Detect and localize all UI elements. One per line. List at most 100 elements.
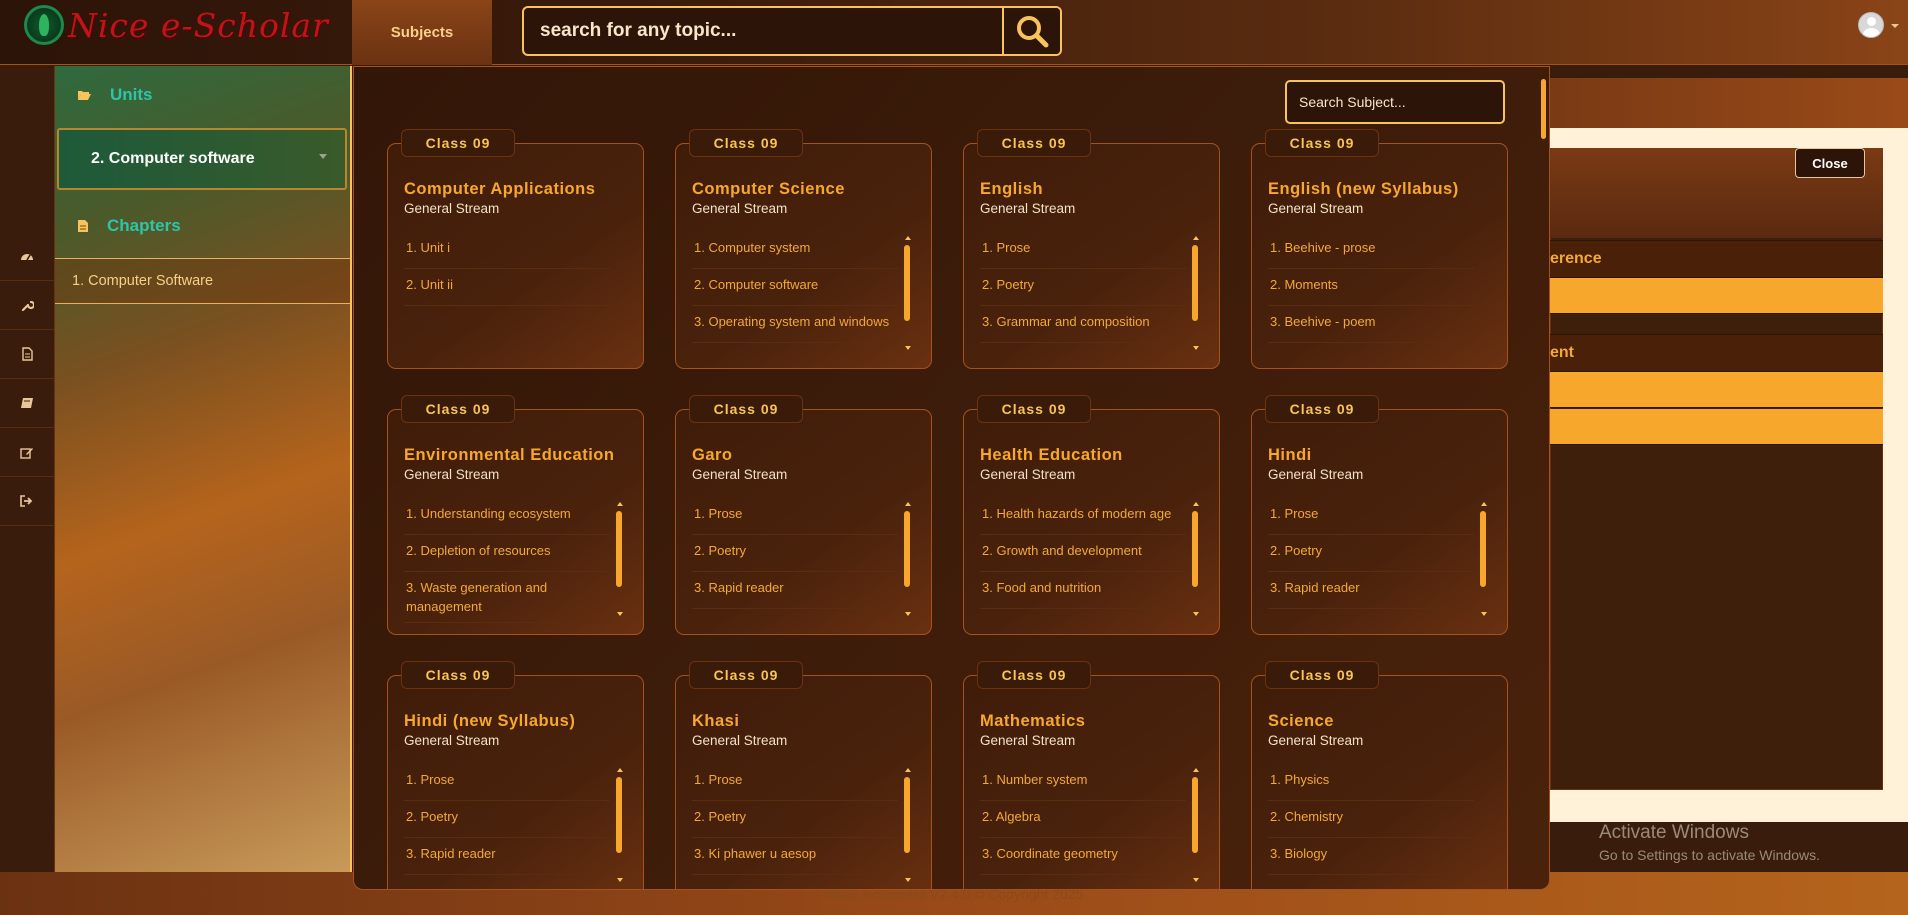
card-scrollbar[interactable] [1192,236,1200,350]
rail-documents[interactable] [0,330,54,379]
scroll-up-icon[interactable] [617,502,623,506]
search-button[interactable] [1002,8,1060,54]
scroll-thumb[interactable] [1192,777,1198,853]
unit-list-item[interactable]: 2. Moments [1268,269,1474,306]
scroll-up-icon[interactable] [905,502,911,506]
unit-list-item[interactable]: 1. Understanding ecosystem [404,498,610,535]
subject-title[interactable]: Computer Applications [404,180,634,199]
card-scrollbar[interactable] [904,768,912,882]
unit-list-item[interactable]: 3. Food and nutrition [980,572,1186,609]
subject-card[interactable]: Class 09 Hindi General Stream 1. Prose 2. Po… [1251,395,1508,635]
subject-card[interactable]: Class 09 Computer Applications General Str… [387,129,644,369]
subject-title[interactable]: Garo [692,446,922,465]
unit-list-item[interactable]: 2. Depletion of resources [404,535,610,572]
scroll-thumb[interactable] [904,245,910,321]
unit-list-item[interactable]: 1. Physics [1268,764,1474,801]
scroll-up-icon[interactable] [1481,502,1487,506]
unit-list-item[interactable]: 3. Operating system and windows [692,306,898,343]
unit-list-item[interactable]: 1. Number system [980,764,1186,801]
scroll-up-icon[interactable] [1193,502,1199,506]
chapters-header[interactable]: Chapters [55,197,350,255]
scroll-down-icon[interactable] [905,346,911,350]
subject-title[interactable]: Computer Science [692,180,922,199]
unit-list-item[interactable]: 2. Computer software [692,269,898,306]
card-scrollbar[interactable] [1480,502,1488,616]
scroll-thumb[interactable] [1192,245,1198,321]
subject-card[interactable]: Class 09 Environmental Education General S… [387,395,644,635]
site-logo[interactable]: Nice e-Scholar [24,2,329,48]
scroll-down-icon[interactable] [617,878,623,882]
unit-list-item[interactable]: 2. Poetry [404,801,610,838]
chapter-item[interactable]: 1. Computer Software [55,258,350,304]
subject-card[interactable]: Class 09 Hindi (new Syllabus) General Stre… [387,661,644,889]
unit-list-item[interactable]: 3. Coordinate geometry [980,838,1186,875]
subject-title[interactable]: Health Education [980,446,1210,465]
overlay-scrollbar[interactable] [1541,79,1546,139]
chevron-down-icon[interactable] [1891,24,1899,28]
scroll-down-icon[interactable] [617,612,623,616]
scroll-up-icon[interactable] [905,236,911,240]
subject-card[interactable]: Class 09 Science General Stream 1. Physics 2… [1251,661,1508,889]
units-header[interactable]: Units [55,66,350,124]
subject-title[interactable]: Science [1268,712,1498,731]
close-button[interactable]: Close [1795,148,1865,178]
scroll-down-icon[interactable] [1193,612,1199,616]
scroll-thumb[interactable] [616,777,622,853]
unit-list-item[interactable]: 3. Biology [1268,838,1474,875]
scroll-thumb[interactable] [1192,511,1198,587]
user-avatar[interactable] [1858,12,1884,38]
unit-list-item[interactable]: 3. Waste generation and management [404,572,610,623]
subject-title[interactable]: Khasi [692,712,922,731]
unit-list-item[interactable]: 1. Health hazards of modern age [980,498,1186,535]
unit-list-item[interactable]: 1. Prose [692,498,898,535]
subject-title[interactable]: Environmental Education [404,446,634,465]
unit-list-item[interactable]: 3. Ki phawer u aesop [692,838,898,875]
unit-list-item[interactable]: 3. Beehive - poem [1268,306,1474,343]
unit-list-item[interactable]: 1. Prose [692,764,898,801]
subject-title[interactable]: Hindi (new Syllabus) [404,712,634,731]
rail-dashboard[interactable] [0,232,54,281]
rail-logout[interactable] [0,477,54,526]
scroll-down-icon[interactable] [905,878,911,882]
unit-list-item[interactable]: 2. Unit ii [404,269,610,306]
background-stripe[interactable] [1550,372,1883,408]
scroll-up-icon[interactable] [1193,236,1199,240]
unit-list-item[interactable]: 3. Rapid reader [404,838,610,875]
scroll-thumb[interactable] [1480,511,1486,587]
topic-search-input[interactable] [524,8,1002,54]
scroll-down-icon[interactable] [1481,612,1487,616]
unit-list-item[interactable]: 1. Prose [1268,498,1474,535]
rail-books[interactable] [0,379,54,428]
unit-list-item[interactable]: 2. Poetry [692,535,898,572]
scroll-up-icon[interactable] [905,768,911,772]
card-scrollbar[interactable] [616,768,624,882]
unit-list-item[interactable]: 2. Algebra [980,801,1186,838]
subject-card[interactable]: Class 09 Khasi General Stream 1. Prose 2. Po… [675,661,932,889]
unit-list-item[interactable]: 3. Rapid reader [692,572,898,609]
scroll-down-icon[interactable] [905,612,911,616]
card-scrollbar[interactable] [904,502,912,616]
subject-title[interactable]: English (new Syllabus) [1268,180,1498,199]
unit-list-item[interactable]: 2. Chemistry [1268,801,1474,838]
subject-card[interactable]: Class 09 Mathematics General Stream 1. Numb… [963,661,1220,889]
subject-title[interactable]: Hindi [1268,446,1498,465]
background-stripe[interactable] [1550,409,1883,445]
subject-card[interactable]: Class 09 Garo General Stream 1. Prose 2. Poe… [675,395,932,635]
scroll-thumb[interactable] [904,511,910,587]
subject-title[interactable]: English [980,180,1210,199]
unit-list-item[interactable]: 2. Poetry [692,801,898,838]
rail-edit[interactable] [0,428,54,477]
scroll-thumb[interactable] [616,511,622,587]
card-scrollbar[interactable] [904,236,912,350]
background-stripe[interactable] [1550,278,1883,314]
subject-title[interactable]: Mathematics [980,712,1210,731]
scroll-up-icon[interactable] [617,768,623,772]
scroll-thumb[interactable] [904,777,910,853]
subject-card[interactable]: Class 09 English (new Syllabus) General St… [1251,129,1508,369]
unit-list-item[interactable]: 1. Prose [980,232,1186,269]
unit-list-item[interactable]: 1. Computer system [692,232,898,269]
subject-search-input[interactable] [1285,80,1505,124]
unit-list-item[interactable]: 2. Poetry [1268,535,1474,572]
unit-list-item[interactable]: 1. Prose [404,764,610,801]
scroll-down-icon[interactable] [1193,346,1199,350]
